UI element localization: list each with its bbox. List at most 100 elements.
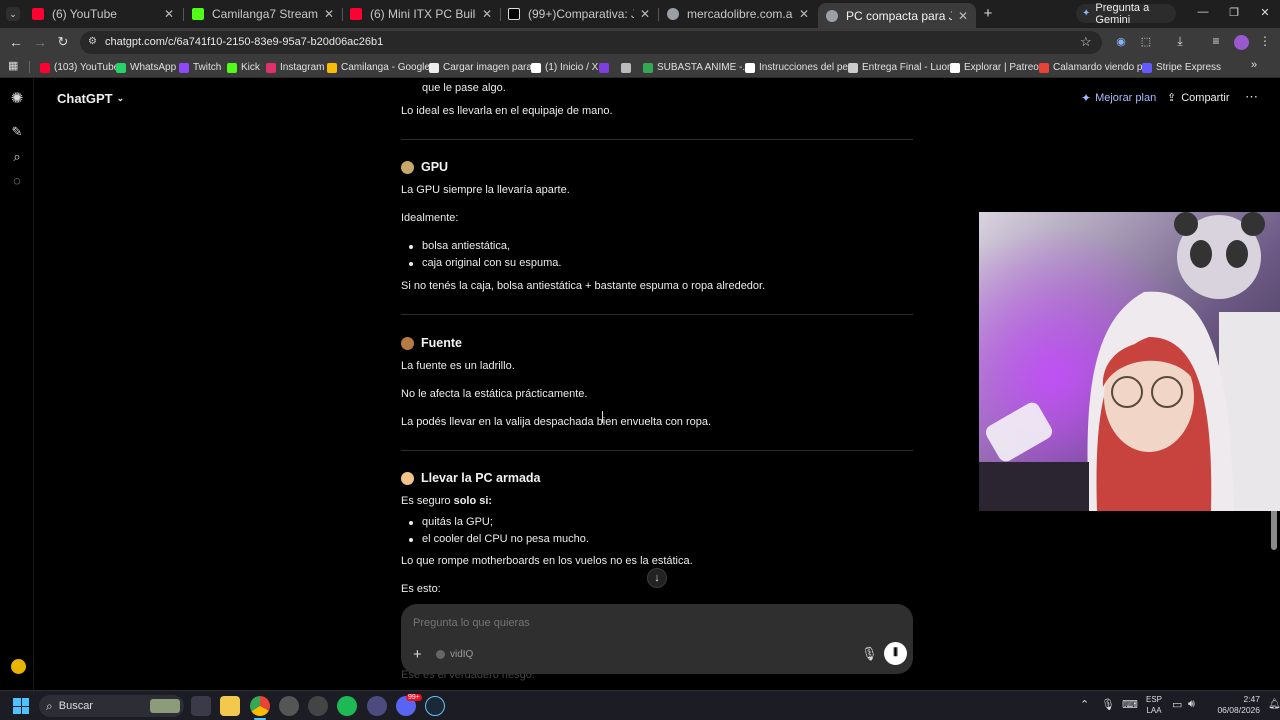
- profile-avatar[interactable]: [1234, 35, 1249, 50]
- steam-icon[interactable]: [425, 696, 445, 716]
- tab-kick-stream[interactable]: Camilanga7 Stream - Watch Liv ✕: [184, 3, 342, 25]
- gemini-button[interactable]: ✦ Pregunta a Gemini: [1076, 2, 1176, 26]
- divider: [401, 139, 913, 140]
- media-control-icon[interactable]: ≡: [1209, 34, 1223, 48]
- bookmark-favicon-icon: [950, 62, 960, 73]
- minimize-button[interactable]: —: [1196, 6, 1210, 20]
- divider: [401, 450, 913, 451]
- back-arrow-icon[interactable]: ←: [8, 34, 24, 50]
- bookmark-item[interactable]: Twitch: [179, 60, 221, 75]
- clock[interactable]: 2:47 06/08/2026: [1202, 694, 1260, 716]
- bookmark-favicon-icon: [227, 62, 237, 73]
- bookmark-label: Calamardo viendo p...: [1053, 62, 1151, 73]
- network-icon[interactable]: ▭: [1172, 698, 1182, 711]
- bookmark-item[interactable]: SUBASTA ANIME -...: [643, 60, 751, 75]
- bookmark-item[interactable]: Explorar | Patreon: [950, 60, 1044, 75]
- site-info-icon[interactable]: ⚙: [88, 36, 97, 47]
- forward-arrow-icon[interactable]: →: [32, 34, 48, 50]
- openai-logo-icon[interactable]: ✺: [10, 91, 24, 106]
- share-button[interactable]: ⇪ Compartir: [1167, 91, 1230, 105]
- chat-bubble-icon[interactable]: ◌: [10, 174, 24, 188]
- windows-start-icon[interactable]: [13, 698, 29, 714]
- reload-icon[interactable]: ↻: [55, 34, 71, 50]
- paragraph: Lo que rompe motherboards en los vuelos …: [401, 555, 693, 567]
- bookmark-item[interactable]: Instrucciones del pe...: [745, 60, 856, 75]
- tab-search-chevron-icon[interactable]: ⌄: [6, 7, 20, 21]
- paragraph: Idealmente:: [401, 212, 459, 224]
- bookmark-favicon-icon: [266, 62, 276, 73]
- close-window-button[interactable]: ✕: [1258, 6, 1272, 20]
- microphone-icon[interactable]: 🎙︎: [861, 646, 878, 662]
- obs-icon[interactable]: [308, 696, 328, 716]
- address-bar[interactable]: ⚙ chatgpt.com/c/6a741f10-2150-83e9-95a7-…: [80, 31, 1102, 54]
- extension-icon[interactable]: ◉: [1114, 35, 1128, 49]
- model-selector[interactable]: ChatGPT ⌄: [57, 91, 124, 106]
- close-icon[interactable]: ✕: [640, 7, 650, 21]
- bookmark-item[interactable]: (1) Inicio / X: [531, 60, 598, 75]
- search-icon[interactable]: ⌕: [10, 150, 24, 164]
- bookmark-item[interactable]: [599, 60, 613, 75]
- close-icon[interactable]: ✕: [482, 7, 492, 21]
- new-tab-button[interactable]: +: [981, 5, 995, 22]
- voice-mode-button[interactable]: ⦀: [884, 642, 907, 665]
- gemini-icon: ✦: [1082, 8, 1091, 19]
- bookmark-label: (103) YouTube: [54, 62, 120, 73]
- bookmark-label: Instrucciones del pe...: [759, 62, 857, 73]
- text-cursor-icon: [602, 411, 605, 423]
- bookmark-item[interactable]: WhatsApp: [116, 60, 176, 75]
- tab-mini-itx-build[interactable]: (6) Mini ITX PC Build 💗 - YouTu ✕: [342, 3, 500, 25]
- steam-settings-icon[interactable]: [279, 696, 299, 716]
- bookmark-item[interactable]: Stripe Express: [1142, 60, 1221, 75]
- bookmark-item[interactable]: Calamardo viendo p...: [1039, 60, 1151, 75]
- extensions-puzzle-icon[interactable]: ⬚: [1139, 35, 1153, 49]
- tray-keyboard-icon[interactable]: ⌨: [1122, 698, 1138, 711]
- tray-mic-icon[interactable]: 🎙︎: [1101, 698, 1115, 711]
- app-icon[interactable]: [367, 696, 387, 716]
- bookmark-star-icon[interactable]: ☆: [1080, 34, 1092, 50]
- page-scrollbar[interactable]: [1271, 508, 1277, 550]
- language-indicator[interactable]: ESP LAA: [1144, 694, 1164, 716]
- bookmark-item[interactable]: (103) YouTube: [40, 60, 119, 75]
- download-icon[interactable]: ⤓: [1173, 34, 1187, 48]
- bookmark-favicon-icon: [327, 62, 337, 73]
- close-icon[interactable]: ✕: [164, 7, 174, 21]
- tab-mercadolibre[interactable]: mercadolibre.com.ar/gabinete- ✕: [659, 3, 817, 25]
- browser-menu-icon[interactable]: ⋮: [1259, 34, 1271, 48]
- composer-box[interactable]: + vidIQ 🎙︎ ⦀: [401, 604, 913, 674]
- tab-title: (6) YouTube: [52, 7, 117, 21]
- tab-comparativa[interactable]: (99+)Comparativa: JONSBO Z2 ✕: [500, 3, 658, 25]
- task-view-icon[interactable]: [191, 696, 211, 716]
- close-icon[interactable]: ✕: [324, 7, 334, 21]
- volume-icon[interactable]: 🔊︎: [1188, 698, 1195, 711]
- tab-youtube[interactable]: (6) YouTube ✕: [24, 3, 182, 25]
- bookmark-item[interactable]: Instagram: [266, 60, 324, 75]
- spotify-icon[interactable]: [337, 696, 357, 716]
- add-attachment-icon[interactable]: +: [413, 646, 422, 663]
- notifications-icon[interactable]: 🔔︎: [1268, 699, 1280, 710]
- chrome-icon[interactable]: [250, 696, 270, 716]
- upgrade-plan-button[interactable]: ✦ Mejorar plan: [1081, 91, 1156, 105]
- more-options-icon[interactable]: ⋯: [1245, 89, 1258, 105]
- new-chat-icon[interactable]: ✎: [10, 125, 24, 139]
- tray-chevron-icon[interactable]: ⌃: [1080, 698, 1089, 711]
- tiktok-icon: [508, 8, 520, 20]
- vidiq-tool-chip[interactable]: vidIQ: [436, 649, 473, 660]
- restore-button[interactable]: ❐: [1227, 6, 1241, 20]
- bookmark-item[interactable]: Entrega Final - Luon...: [848, 60, 961, 75]
- youtube-icon: [32, 8, 44, 20]
- tab-chatgpt-active[interactable]: PC compacta para Japón ✕: [818, 3, 976, 28]
- more-bookmarks-chevron-icon[interactable]: »: [1251, 59, 1261, 73]
- scroll-to-bottom-button[interactable]: ↓: [647, 568, 667, 588]
- bookmark-item[interactable]: Cargar imagen para...: [429, 60, 540, 75]
- keyboard-layout: LAA: [1146, 706, 1162, 715]
- bookmark-item[interactable]: [621, 60, 635, 75]
- taskbar-search[interactable]: ⌕ Buscar: [39, 695, 184, 717]
- apps-grid-icon[interactable]: ▦: [8, 60, 20, 72]
- close-icon[interactable]: ✕: [799, 7, 809, 21]
- close-icon[interactable]: ✕: [958, 9, 968, 23]
- file-explorer-icon[interactable]: [220, 696, 240, 716]
- bookmark-item[interactable]: Kick: [227, 60, 260, 75]
- bookmark-item[interactable]: Camilanga - Google...: [327, 60, 438, 75]
- prompt-input[interactable]: [413, 614, 893, 632]
- user-avatar[interactable]: [11, 659, 26, 674]
